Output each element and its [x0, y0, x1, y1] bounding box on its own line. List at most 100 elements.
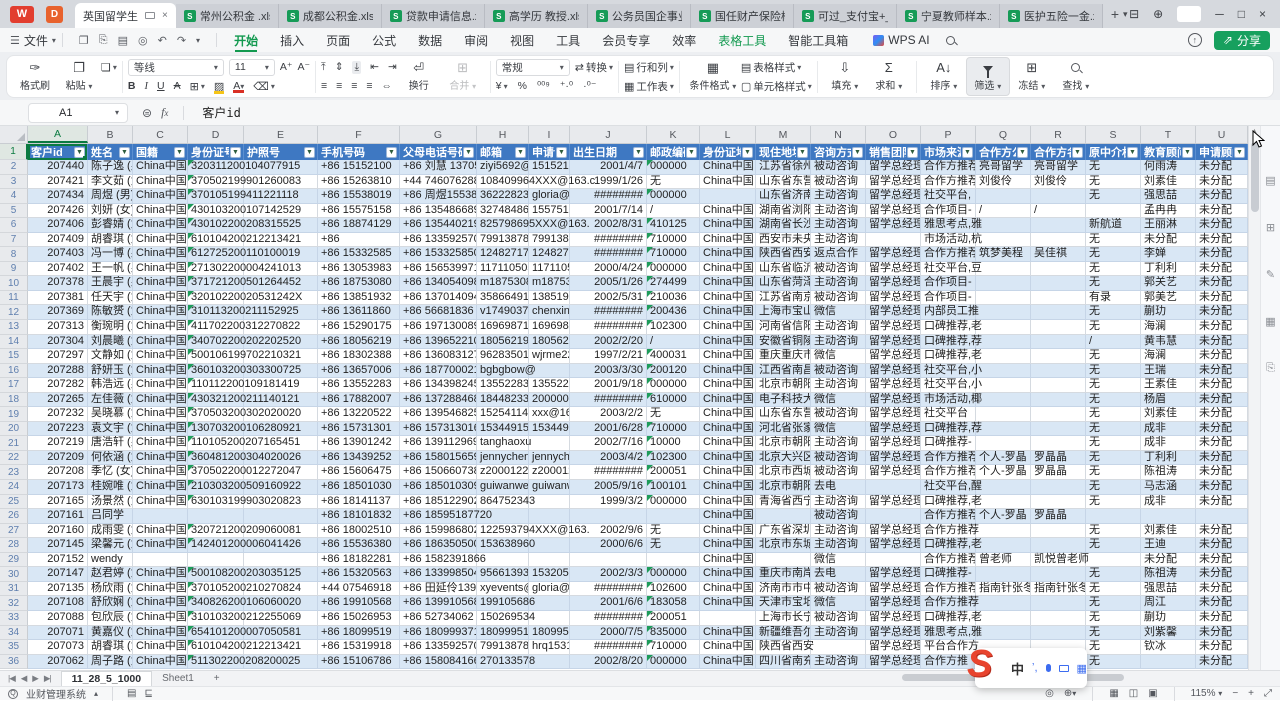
cell[interactable]: +86 1335925706 [400, 233, 477, 248]
cell[interactable]: 207135 [28, 582, 88, 597]
cell[interactable]: China中国 [133, 626, 188, 641]
cell[interactable]: 000000 [647, 262, 700, 277]
redo-icon[interactable]: ↷ [177, 34, 186, 47]
cell[interactable]: 124827175 [529, 247, 570, 262]
cell[interactable]: 电子科技大 [756, 393, 811, 408]
cell[interactable]: 微信 [811, 305, 866, 320]
cell[interactable]: 207378 [28, 276, 88, 291]
cell[interactable]: +86 1340540988 [400, 276, 477, 291]
cell[interactable]: 000000 [647, 378, 700, 393]
cell[interactable]: 207088 [28, 611, 88, 626]
cell[interactable]: 无 [647, 538, 700, 553]
cell[interactable]: 未分配 [1196, 276, 1248, 291]
comma-style-button[interactable]: ⁰⁰⁹ [537, 80, 550, 92]
cell[interactable]: +86 15320563 [318, 567, 400, 582]
fx-icon[interactable]: fx [161, 105, 168, 120]
cell[interactable]: 微信 [811, 349, 866, 364]
cell[interactable]: China中国 [133, 393, 188, 408]
cell[interactable] [976, 393, 1031, 408]
cell[interactable]: China中国 [133, 465, 188, 480]
cell[interactable]: guiwanwei [477, 480, 529, 495]
cell[interactable]: China中国 [133, 335, 188, 350]
format-painter-button[interactable]: ✑ 格式刷 [13, 57, 57, 96]
cell[interactable] [976, 596, 1031, 611]
cell[interactable]: 无 [1086, 393, 1141, 408]
cell[interactable]: +86 18595187720 [400, 509, 477, 524]
cell[interactable]: 留学总经理 [866, 276, 921, 291]
cell[interactable]: 207409 [28, 233, 88, 248]
cell[interactable]: 王迪 [1141, 538, 1196, 553]
cell[interactable]: 956613934 [477, 567, 529, 582]
cell[interactable]: 留学总经理 [866, 524, 921, 539]
cell[interactable]: China中国 [700, 626, 756, 641]
cell[interactable]: 社交平台,醒 [921, 480, 976, 495]
filter-button[interactable]: ▼ [174, 147, 185, 158]
filter-button[interactable]: 筛选 ▾ [966, 57, 1010, 96]
cell[interactable]: 留学总经理 [866, 596, 921, 611]
cell[interactable] [756, 509, 811, 524]
cell[interactable]: China中国 [700, 538, 756, 553]
header-cell[interactable]: 邮政编码▼ [647, 144, 700, 160]
cell[interactable] [529, 436, 570, 451]
cell[interactable]: 有录 [1086, 291, 1141, 306]
cell[interactable]: 市场活动,杭 [921, 233, 976, 248]
borders-button[interactable]: ⊞▾ [190, 80, 205, 93]
cell[interactable]: 无 [647, 175, 700, 190]
row-number[interactable]: 27 [0, 524, 28, 539]
cell[interactable]: 000000 [647, 495, 700, 510]
globe-icon[interactable]: ⊕ [1153, 7, 1163, 21]
cell[interactable]: 210303200509160922 [188, 480, 244, 495]
filter-button[interactable]: ▼ [230, 147, 241, 158]
cell[interactable]: +44 07546918 [318, 582, 400, 597]
cell[interactable]: 新航道 [1086, 218, 1141, 233]
cell[interactable]: 陈祖涛 [1141, 567, 1196, 582]
row-number[interactable]: 28 [0, 538, 28, 553]
filter-button[interactable]: ▼ [852, 147, 863, 158]
cell[interactable]: 口碑推荐- [921, 567, 976, 582]
cell[interactable]: +86 15606475 [318, 465, 400, 480]
cell[interactable]: 2002/2/20 [570, 335, 647, 350]
cell[interactable]: 710000 [647, 422, 700, 437]
cell[interactable] [1031, 436, 1086, 451]
cell[interactable]: +86 1343982452 [400, 378, 477, 393]
cell[interactable]: 留学总经理 [866, 218, 921, 233]
cell[interactable]: 吴晓慕 (女 [88, 407, 133, 422]
row-number[interactable]: 36 [0, 655, 28, 670]
cell[interactable]: China中国 [133, 262, 188, 277]
locate-icon[interactable]: ⊕▾ [1064, 688, 1076, 699]
cell[interactable]: China中国 [700, 596, 756, 611]
cell[interactable]: 110112200109181419 [188, 378, 244, 393]
strikethrough-button[interactable]: A [174, 80, 181, 92]
cell[interactable]: 留学总经理 [866, 175, 921, 190]
cell[interactable]: 2002/3/3 [570, 567, 647, 582]
cell[interactable]: +86 1851229020 [400, 495, 477, 510]
merge-cells-button[interactable]: ⊞ 合并 ▾ [441, 57, 485, 96]
cell[interactable] [976, 233, 1031, 248]
header-cell[interactable]: 合作方公▼ [976, 144, 1031, 160]
cell[interactable]: 2002/7/16 [570, 436, 647, 451]
cell[interactable]: 吴佳祺 [1031, 247, 1086, 262]
cell[interactable]: +86 13220522 [318, 407, 400, 422]
cell[interactable]: 183058 [647, 596, 700, 611]
cell[interactable] [529, 596, 570, 611]
fullscreen-icon[interactable]: ⤢ [1264, 688, 1272, 699]
cell[interactable]: 2003/4/2 [570, 451, 647, 466]
cell[interactable]: +86 18099519 [318, 626, 400, 641]
column-header[interactable]: P [921, 126, 976, 143]
cell[interactable]: 无 [1086, 567, 1141, 582]
cell[interactable]: 430102200208315525 [188, 218, 244, 233]
cell[interactable]: 835000 [647, 626, 700, 641]
menu-tab[interactable]: 页面 [315, 28, 361, 52]
row-number[interactable]: 21 [0, 436, 28, 451]
cell[interactable] [976, 524, 1031, 539]
cell[interactable]: 无 [1086, 640, 1141, 655]
cell[interactable] [1031, 305, 1086, 320]
filter-button[interactable]: ▼ [633, 147, 644, 158]
cell[interactable]: 200436 [647, 305, 700, 320]
menu-tab[interactable]: 表格工具 [707, 28, 777, 52]
cell[interactable]: ######## [570, 465, 647, 480]
cell[interactable]: 未分配 [1196, 218, 1248, 233]
zoom-level[interactable]: 115% ▾ [1191, 688, 1223, 699]
next-sheet-icon[interactable]: ▶ [32, 673, 38, 684]
cell[interactable]: 825798695XXX@163. [477, 218, 529, 233]
